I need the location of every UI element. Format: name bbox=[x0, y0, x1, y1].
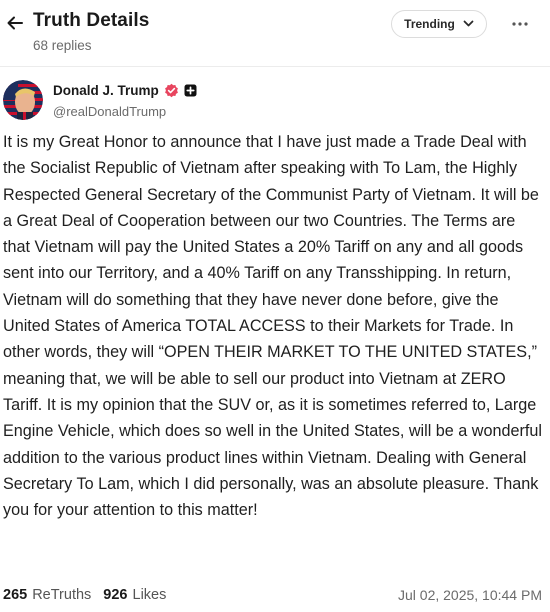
chevron-down-icon bbox=[463, 20, 474, 27]
sort-label: Trending bbox=[404, 17, 455, 31]
likes-stat[interactable]: 926 Likes bbox=[103, 587, 166, 603]
sort-dropdown[interactable]: Trending bbox=[391, 10, 487, 38]
header-divider bbox=[0, 66, 550, 67]
retruths-stat[interactable]: 265 ReTruths bbox=[3, 587, 91, 603]
retruths-count: 265 bbox=[3, 587, 28, 603]
post-body: It is my Great Honor to announce that I … bbox=[3, 133, 542, 520]
plus-square-icon bbox=[184, 84, 197, 97]
avatar-image bbox=[3, 80, 43, 120]
truth-details-page: Truth Details 68 replies Trending Donald… bbox=[0, 0, 550, 612]
verified-badge-icon bbox=[164, 83, 179, 98]
likes-label: Likes bbox=[132, 587, 167, 603]
avatar[interactable] bbox=[3, 80, 43, 120]
likes-count: 926 bbox=[103, 587, 128, 603]
author-name-label: Donald J. Trump bbox=[53, 83, 159, 98]
more-horizontal-icon bbox=[512, 22, 528, 26]
post-stats: 265 ReTruths 926 Likes Jul 02, 2025, 10:… bbox=[3, 584, 542, 606]
header: Truth Details 68 replies Trending bbox=[0, 0, 550, 62]
page-title: Truth Details bbox=[33, 10, 150, 31]
back-button[interactable] bbox=[4, 12, 26, 34]
more-options-button[interactable] bbox=[508, 12, 532, 36]
author-name[interactable]: Donald J. Trump bbox=[53, 83, 197, 98]
reply-count: 68 replies bbox=[33, 38, 92, 53]
retruths-label: ReTruths bbox=[32, 587, 92, 603]
author-handle[interactable]: @realDonaldTrump bbox=[53, 104, 166, 119]
post-timestamp: Jul 02, 2025, 10:44 PM bbox=[398, 587, 542, 603]
arrow-left-icon bbox=[7, 16, 23, 30]
